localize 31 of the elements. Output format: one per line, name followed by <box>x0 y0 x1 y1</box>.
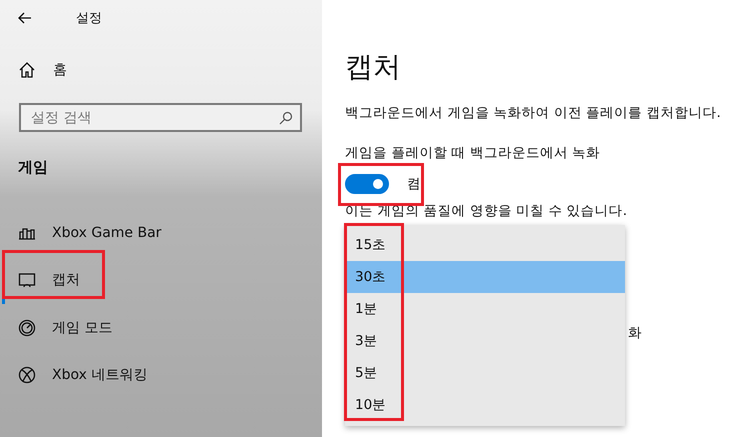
dropdown-option[interactable]: 30초 <box>345 261 625 293</box>
search-icon <box>279 111 293 125</box>
sidebar-item[interactable]: 게임 모드 <box>2 304 322 352</box>
speedometer-icon <box>18 318 36 337</box>
note: 이는 게임의 품질에 영향을 미칠 수 있습니다. <box>345 202 628 220</box>
toggle-switch[interactable] <box>345 174 389 194</box>
toggle-state: 켬 <box>407 175 421 193</box>
sidebar-item-label: Xbox Game Bar <box>52 224 162 241</box>
sidebar-item-label: 캡처 <box>52 271 80 290</box>
page-title: 캡처 <box>345 49 402 85</box>
dropdown-option[interactable]: 1분 <box>345 293 625 325</box>
sidebar-item[interactable]: 캡처 <box>2 256 322 304</box>
dropdown-option[interactable]: 10분 <box>345 389 625 421</box>
dropdown-option[interactable]: 5분 <box>345 357 625 389</box>
dropdown-option[interactable]: 3분 <box>345 325 625 357</box>
section-heading: 게임 <box>17 157 49 177</box>
xbox-logo-icon <box>18 366 36 384</box>
sidebar-item[interactable]: Xbox 네트워킹 <box>2 352 322 399</box>
home-icon[interactable] <box>19 62 35 78</box>
home-link[interactable]: 홈 <box>53 61 67 79</box>
search-field[interactable]: 설정 검색 <box>19 103 302 132</box>
sidebar-item-label: 게임 모드 <box>52 318 112 337</box>
sidebar-item[interactable]: Xbox Game Bar <box>2 209 322 256</box>
partial-text: 화 <box>628 324 642 342</box>
sidebar-item-label: Xbox 네트워킹 <box>52 366 148 384</box>
screen-capture-icon <box>18 271 36 290</box>
description: 백그라운드에서 게임을 녹화하여 이전 플레이를 캡처합니다. <box>345 104 722 122</box>
back-arrow-icon[interactable] <box>18 12 32 24</box>
setting-label: 게임을 플레이할 때 백그라운드에서 녹화 <box>345 144 602 162</box>
dropdown-option[interactable]: 15초 <box>345 229 625 261</box>
window-title: 설정 <box>76 10 102 27</box>
